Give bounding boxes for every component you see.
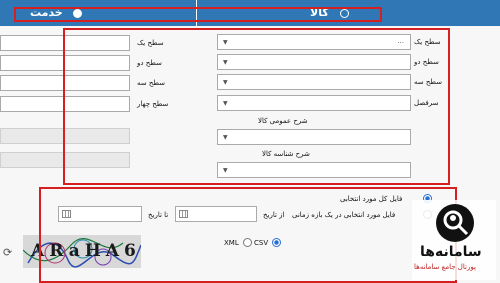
tab-highlight-box — [14, 7, 382, 22]
refresh-icon: ⟳ — [3, 246, 13, 259]
watermark-logo: سامانه‌ها پورتال جامع سامانه‌ها — [412, 200, 496, 280]
user-search-icon — [443, 210, 469, 236]
filter-highlight-box — [39, 187, 457, 283]
watermark-subtitle: پورتال جامع سامانه‌ها — [414, 263, 476, 271]
watermark-icon — [436, 204, 474, 242]
form-highlight-box — [63, 28, 450, 185]
watermark-title: سامانه‌ها — [420, 244, 482, 260]
captcha-refresh-button[interactable]: ⟳ — [0, 240, 17, 264]
